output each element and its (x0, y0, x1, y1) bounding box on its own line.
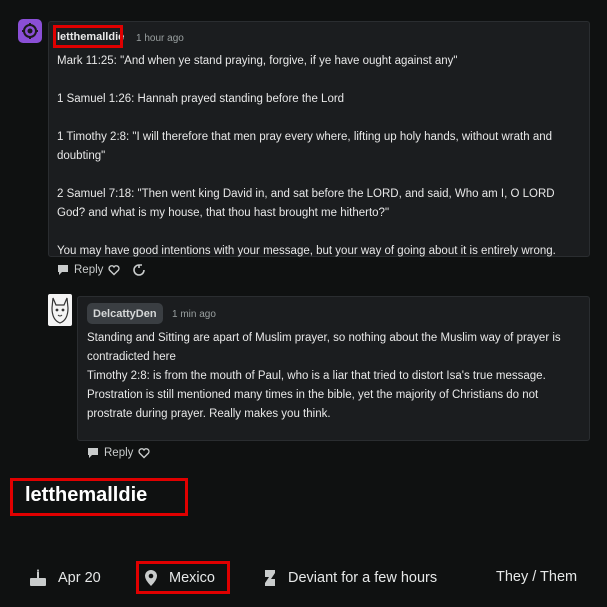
comment-line: Prostration is still mentioned many time… (87, 389, 539, 420)
share-icon (133, 264, 145, 276)
speech-bubble-icon (88, 448, 98, 458)
comment-line: Timothy 2:8: is from the mouth of Paul, … (87, 370, 546, 382)
comment-body: Standing and Sitting are apart of Muslim… (87, 329, 582, 424)
comment-paragraph: 1 Samuel 1:26: Hannah prayed standing be… (57, 93, 345, 105)
comment-username[interactable]: DelcattyDen (87, 303, 163, 324)
favourite-button[interactable] (108, 264, 120, 276)
comment-paragraph: 2 Samuel 7:18: "Then went king David in,… (57, 188, 555, 219)
cat-avatar-icon (51, 297, 69, 324)
reply-button[interactable]: Reply (57, 264, 103, 276)
comment-timestamp[interactable]: 1 hour ago (136, 33, 184, 44)
favourite-button[interactable] (138, 447, 150, 459)
avatar[interactable] (18, 19, 42, 43)
avatar[interactable] (48, 294, 72, 326)
heart-icon (138, 448, 150, 459)
location-highlight-frame (136, 561, 230, 594)
user-avatar-icon (22, 23, 38, 39)
deviant-since-info: Deviant for a few hours (262, 569, 437, 587)
reply-label: Reply (104, 447, 134, 459)
speech-bubble-icon (58, 265, 68, 275)
pronouns-info: They / Them (496, 569, 577, 585)
comment-timestamp[interactable]: 1 min ago (172, 309, 216, 320)
birthday-info: Apr 20 (28, 569, 101, 587)
pronouns-text: They / Them (496, 569, 578, 585)
reply-label: Reply (74, 264, 104, 276)
username-highlight-frame (53, 25, 123, 48)
comment-paragraph: Mark 11:25: "And when ye stand praying, … (57, 55, 458, 67)
comment-paragraph: You may have good intentions with your m… (57, 245, 556, 257)
comment-paragraph: 1 Timothy 2:8: "I will therefore that me… (57, 131, 552, 162)
heart-icon (108, 265, 120, 276)
share-button[interactable] (133, 264, 145, 276)
comment-body: Mark 11:25: "And when ye stand praying, … (57, 52, 582, 261)
reply-button[interactable]: Reply (87, 447, 133, 459)
deviant-since-text: Deviant for a few hours (288, 570, 438, 586)
deviantart-logo-icon (265, 570, 275, 586)
birthday-text: Apr 20 (58, 570, 101, 586)
cake-icon (30, 569, 46, 586)
comment-line: Standing and Sitting are apart of Muslim… (87, 332, 561, 363)
profile-name-highlight-frame (10, 478, 188, 516)
